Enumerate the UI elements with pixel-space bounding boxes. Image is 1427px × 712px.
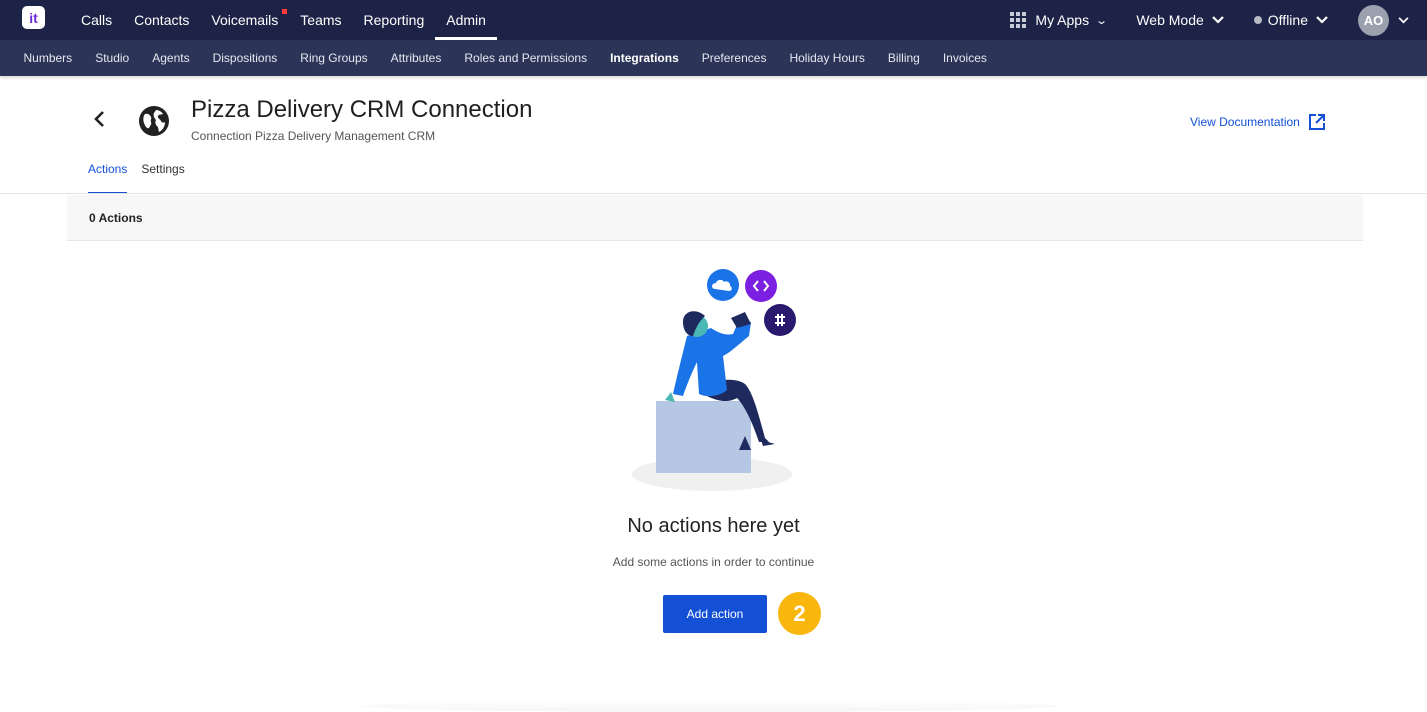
page-title: Pizza Delivery CRM Connection [191,96,533,123]
top-nav: Calls Contacts Voicemails Teams Reportin… [70,0,497,40]
docs-label: View Documentation [1190,115,1300,129]
mode-label: Web Mode [1136,12,1204,28]
admin-sub-navigation: Numbers Studio Agents Dispositions Ring … [0,40,1427,76]
bottom-panel-shadow [360,700,1060,712]
empty-state-illustration [632,269,796,491]
avatar-initials: AO [1363,12,1384,28]
subnav-attributes[interactable]: Attributes [379,51,453,65]
subnav-numbers[interactable]: Numbers [12,51,84,65]
my-apps-menu[interactable]: My Apps ⌄ [1010,12,1109,28]
subnav-agents[interactable]: Agents [141,51,201,65]
subnav-studio[interactable]: Studio [84,51,141,65]
nav-item-reporting[interactable]: Reporting [353,0,436,40]
notification-dot [282,9,288,14]
tab-actions[interactable]: Actions [88,162,128,194]
chevron-left-icon [94,111,104,127]
empty-state-subtitle: Add some actions in order to continue [612,555,815,569]
nav-item-calls[interactable]: Calls [70,0,123,40]
back-button[interactable] [92,108,114,134]
subnav-preferences[interactable]: Preferences [690,51,778,65]
external-link-icon [1308,114,1325,130]
apps-grid-icon [1010,12,1027,28]
view-documentation-link[interactable]: View Documentation [1190,113,1326,131]
status-selector[interactable]: Offline [1253,12,1328,28]
nav-item-admin[interactable]: Admin [435,0,497,40]
step-badge: 2 [778,592,821,635]
subnav-integrations[interactable]: Integrations [599,51,691,65]
user-menu[interactable]: AO [1358,4,1409,36]
subnav-invoices[interactable]: Invoices [931,51,998,65]
tab-bar: Actions Settings [88,162,199,194]
app-logo-text: it [29,9,38,26]
page-subtitle: Connection Pizza Delivery Management CRM [191,129,436,143]
tabs-divider [0,193,1427,194]
empty-state-title: No actions here yet [627,515,800,537]
tab-settings[interactable]: Settings [141,162,184,194]
status-label: Offline [1267,12,1308,28]
chevron-down-icon [1212,16,1224,24]
globe-icon [139,106,169,136]
app-logo[interactable]: it [22,6,45,29]
subnav-holiday-hours[interactable]: Holiday Hours [778,51,876,65]
avatar: AO [1358,4,1389,36]
nav-label: Admin [446,12,486,28]
mode-selector[interactable]: Web Mode [1136,12,1224,28]
chevron-down-icon [1398,16,1409,23]
nav-item-contacts[interactable]: Contacts [123,0,200,40]
actions-count: 0 Actions [89,210,143,225]
top-right-controls: My Apps ⌄ Web Mode Offline AO [980,0,1409,40]
subnav-dispositions[interactable]: Dispositions [201,51,289,65]
chevron-down-icon [1316,16,1328,24]
top-navigation-bar: it Calls Contacts Voicemails Teams Repor… [0,0,1427,40]
nav-label: Contacts [134,12,190,28]
nav-label: Teams [300,12,342,28]
actions-count-bar: 0 Actions [67,195,1363,241]
nav-item-voicemails[interactable]: Voicemails [200,0,289,40]
subnav-roles-permissions[interactable]: Roles and Permissions [453,51,599,65]
subnav-billing[interactable]: Billing [876,51,931,65]
nav-label: Calls [81,12,113,28]
status-dot [1253,16,1262,24]
subnav-ring-groups[interactable]: Ring Groups [289,51,379,65]
nav-label: Voicemails [211,12,279,28]
nav-item-teams[interactable]: Teams [289,0,352,40]
nav-label: Reporting [363,12,425,28]
my-apps-label: My Apps [1035,12,1090,28]
chevron-down-icon: ⌄ [1095,14,1109,27]
add-action-button[interactable]: Add action [663,595,767,633]
